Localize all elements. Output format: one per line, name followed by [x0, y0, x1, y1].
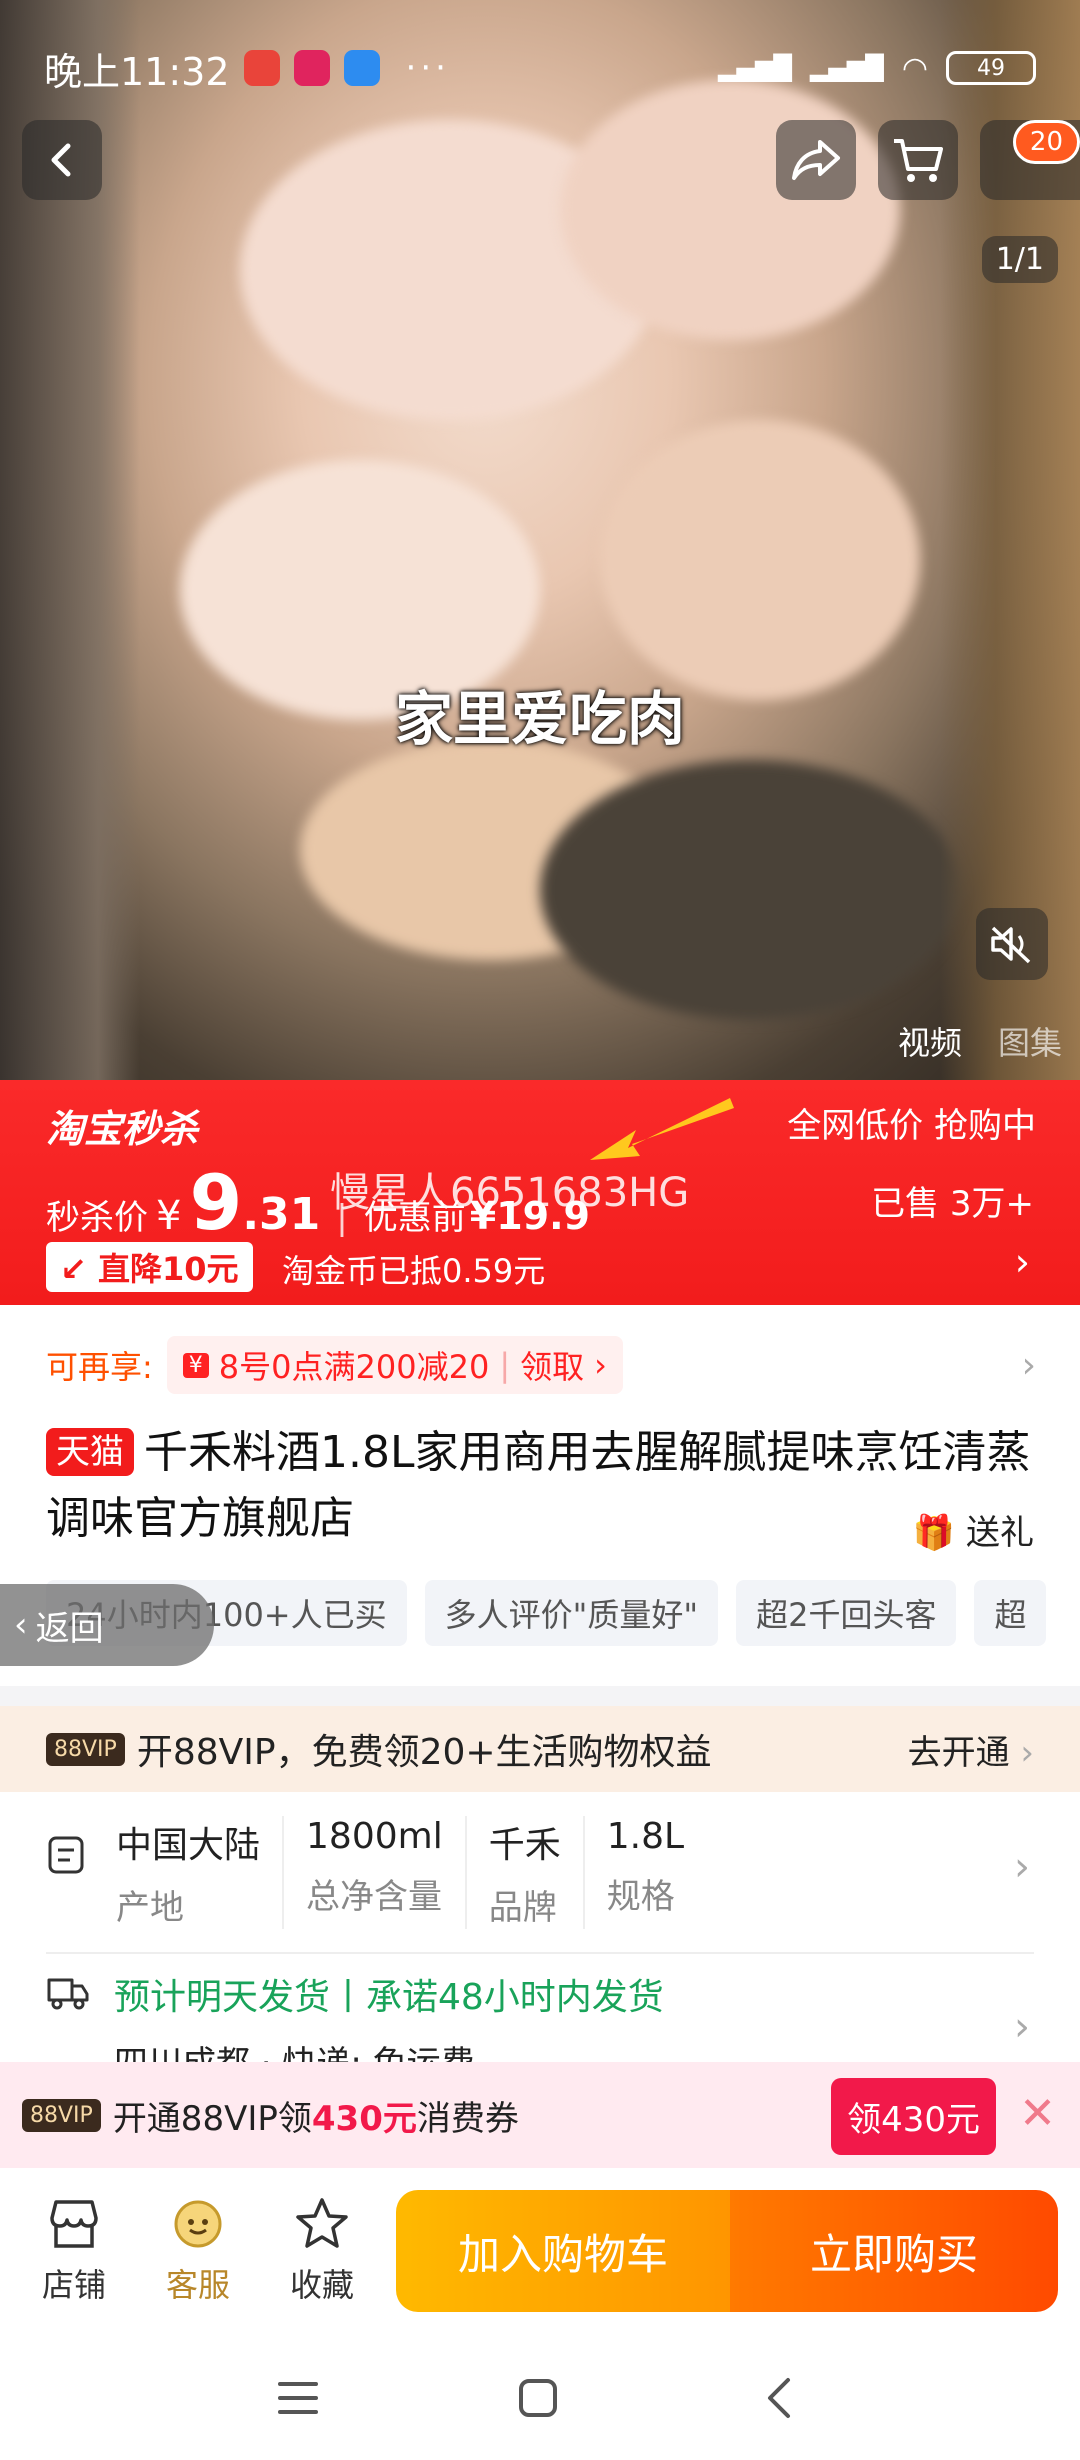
back-button[interactable] — [22, 120, 102, 200]
chevron-right-icon: › — [1014, 1240, 1030, 1284]
currency-symbol: ¥ — [156, 1193, 182, 1239]
coupon-row[interactable]: 可再享: ¥ 8号0点满200减20 | 领取 › › — [46, 1330, 1036, 1400]
flash-sale-banner[interactable]: 淘宝秒杀 全网低价 抢购中 秒杀价 ¥ 9 .31 | 优惠前 ¥19.9 慢星… — [0, 1080, 1080, 1305]
vip-coupon-text: 开通88VIP领430元消费券 — [112, 2098, 519, 2139]
buy-now-button[interactable]: 立即购买 — [730, 2190, 1058, 2312]
app-notification-icon — [343, 50, 380, 86]
shipping-row[interactable]: 预计明天发货丨承诺48小时内发货 四川成都 · 快递: 免运费 › — [46, 1968, 1036, 2064]
gift-button[interactable]: 🎁 送礼 — [913, 1505, 1034, 1554]
return-button[interactable]: ‹ 返回 — [0, 1584, 214, 1666]
status-bar: 晚上11:32 ··· ▂▄▆█ ▂▄▆█ ◠ 49 — [44, 40, 1036, 96]
spec-item: 千禾 品牌 — [464, 1815, 583, 1929]
claim-coupon-link[interactable]: 领取 — [520, 1342, 584, 1388]
wifi-icon: ◠ — [901, 50, 928, 86]
chevron-left-icon: ‹ — [14, 1605, 28, 1645]
chevron-left-icon — [51, 143, 71, 177]
vip-promo-row[interactable]: 88VIP 开88VIP，免费领20+生活购物权益 去开通 › — [0, 1706, 1080, 1792]
speaker-muted-icon — [991, 926, 1031, 964]
vip-logo: 88VIP — [22, 2098, 101, 2132]
tab-video[interactable]: 视频 — [898, 1018, 962, 1064]
vip-promo-text: 开88VIP，免费领20+生活购物权益 — [136, 1732, 712, 1773]
spec-item: 1.8L 规格 — [582, 1815, 706, 1929]
chevron-right-icon: › — [1014, 2004, 1030, 2050]
coupon-icon: ¥ — [182, 1352, 209, 1378]
cart-button[interactable] — [878, 120, 958, 200]
flash-sale-tagline: 全网低价 抢购中 — [787, 1106, 1036, 1146]
vip-open-link[interactable]: 去开通 › — [908, 1725, 1034, 1774]
customer-service-button[interactable]: 客服 — [148, 2196, 248, 2306]
signal-icon: ▂▄▆█ — [809, 54, 884, 82]
arrow-pointer-icon — [590, 1098, 734, 1160]
store-button[interactable]: 店铺 — [24, 2196, 124, 2306]
chevron-right-icon: › — [1021, 1344, 1036, 1386]
bottom-action-bar: 店铺 客服 收藏 加入购物车 立即购买 — [0, 2168, 1080, 2340]
media-tabs: 视频 图集 — [898, 1018, 1062, 1064]
shipping-promise: 预计明天发货丨承诺48小时内发货 — [114, 1977, 664, 2018]
shipping-address: 四川成都 · 快递: 免运费 — [114, 2044, 475, 2064]
product-video[interactable]: 晚上11:32 ··· ▂▄▆█ ▂▄▆█ ◠ 49 20 1/1 家里爱吃肉 — [0, 0, 1080, 1080]
price-integer: 9 — [189, 1158, 243, 1247]
close-icon[interactable]: ✕ — [1019, 2088, 1056, 2139]
coupon-chip[interactable]: ¥ 8号0点满200减20 | 领取 › — [166, 1336, 623, 1394]
params-icon — [46, 1832, 86, 1880]
sold-count: 已售 3万+ — [871, 1184, 1034, 1224]
video-subtitle: 家里爱吃肉 — [394, 685, 685, 753]
tab-gallery[interactable]: 图集 — [998, 1018, 1062, 1064]
product-title: 天猫 千禾料酒1.8L家用商用去腥解腻提味烹饪清蒸调味官方旗舰店 — [46, 1427, 1031, 1544]
coin-deduction-note: 淘金币已抵0.59元 — [282, 1252, 546, 1290]
battery-icon: 49 — [946, 51, 1036, 85]
cart-icon — [894, 139, 943, 182]
highlight-chip[interactable]: 超 — [974, 1580, 1047, 1646]
app-notification-icon — [243, 50, 280, 86]
vip-logo: 88VIP — [46, 1732, 125, 1766]
truck-icon — [46, 1972, 90, 2016]
add-to-cart-button[interactable]: 加入购物车 — [396, 2190, 730, 2312]
cart-count-badge: 20 — [1012, 120, 1080, 164]
star-icon — [296, 2198, 348, 2248]
gift-icon: 🎁 — [912, 1513, 956, 1553]
share-icon — [792, 140, 840, 180]
app-notification-icon — [293, 50, 330, 86]
more-notifications-icon: ··· — [405, 48, 450, 88]
claim-vip-coupon-button[interactable]: 领430元 — [831, 2078, 996, 2155]
favorite-button[interactable]: 收藏 — [272, 2196, 372, 2306]
flash-sale-brand: 淘宝秒杀 — [46, 1107, 199, 1151]
spec-item: 中国大陆 产地 — [116, 1824, 261, 1928]
status-time: 晚上11:32 — [44, 49, 230, 94]
price-drop-badge: ↙ 直降10元 — [46, 1242, 253, 1292]
menu-icon[interactable] — [276, 2378, 320, 2418]
highlight-chip[interactable]: 超2千回头客 — [736, 1580, 957, 1646]
service-icon — [174, 2200, 222, 2248]
mute-button[interactable] — [976, 908, 1048, 980]
home-icon[interactable] — [516, 2376, 560, 2420]
store-icon — [50, 2200, 98, 2248]
spec-item: 1800ml 总净含量 — [282, 1815, 465, 1929]
chevron-right-icon: › — [1014, 1844, 1030, 1890]
tmall-tag: 天猫 — [46, 1428, 134, 1476]
system-nav-bar — [0, 2340, 1080, 2460]
price-decimal: .31 — [242, 1189, 321, 1240]
share-button[interactable] — [776, 120, 856, 200]
spec-row[interactable]: 中国大陆 产地 1800ml 总净含量 千禾 品牌 1.8L 规格 › — [0, 1792, 1080, 1952]
highlight-chip[interactable]: 多人评价"质量好" — [424, 1580, 719, 1646]
coupon-label: 可再享: — [46, 1348, 153, 1386]
back-icon[interactable] — [760, 2374, 800, 2422]
price-label: 秒杀价 — [46, 1198, 148, 1238]
page-indicator: 1/1 — [981, 236, 1058, 283]
signal-icon: ▂▄▆█ — [718, 54, 792, 82]
